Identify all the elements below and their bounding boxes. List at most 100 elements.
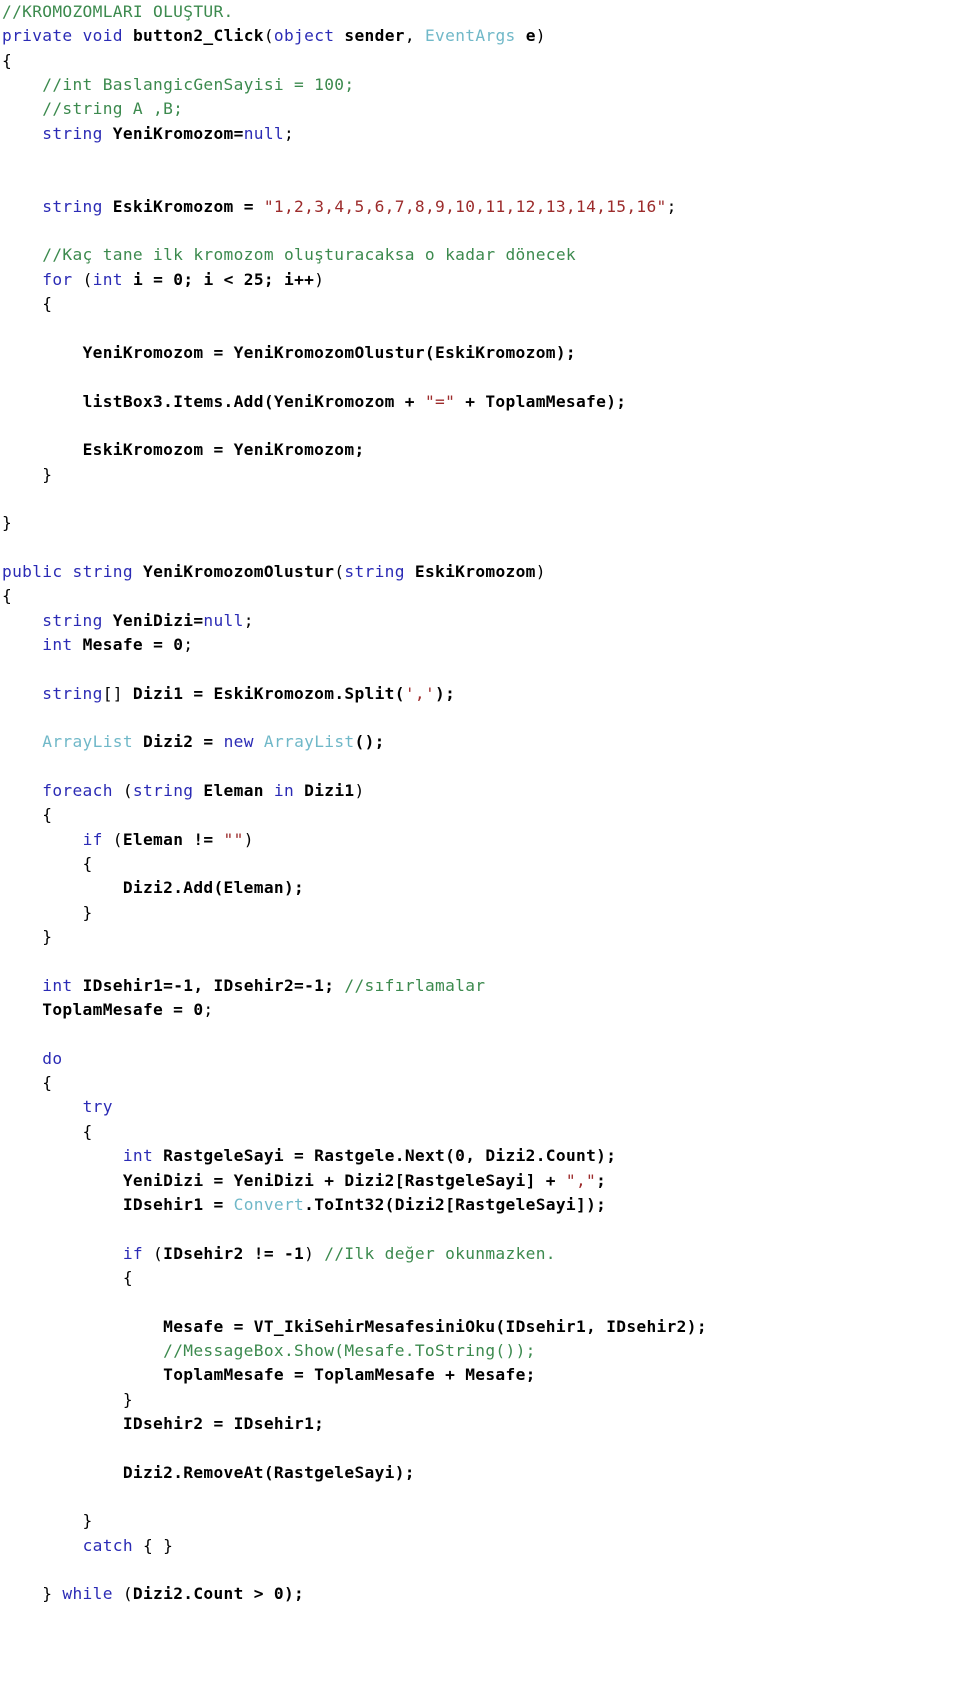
code-token-pl: { } xyxy=(132,1535,174,1555)
code-token-pl: ) xyxy=(314,269,325,289)
code-token-id: = xyxy=(233,196,264,216)
code-token-pl: , xyxy=(404,26,425,46)
code-token-id: < xyxy=(213,269,244,289)
code-token-kw: new xyxy=(223,732,254,752)
code-line: Dizi2.Add(Eleman); xyxy=(0,876,960,900)
code-line: } xyxy=(0,463,960,487)
code-listing-page: //KROMOZOMLARI OLUŞTUR. private void butt… xyxy=(0,0,960,1683)
code-token-id: = xyxy=(143,269,174,289)
code-token-pl: ; xyxy=(666,196,677,216)
code-token-pl: } xyxy=(2,464,53,484)
code-token-pl: } xyxy=(2,1511,93,1531)
code-token-cmt: //Ilk değer okunmazken. xyxy=(324,1243,556,1263)
code-line: } xyxy=(0,511,960,535)
code-token-pl: ; xyxy=(243,610,254,630)
code-line: try xyxy=(0,1095,960,1119)
code-line: ToplamMesafe = 0; xyxy=(0,998,960,1022)
code-token-typ: ArrayList xyxy=(263,732,355,752)
code-line: } while (Dizi2.Count > 0); xyxy=(0,1582,960,1606)
code-token-cmt: //Kaç tane ilk kromozom oluşturacaksa o … xyxy=(42,245,576,265)
code-line: string YeniDizi=null; xyxy=(0,609,960,633)
code-token-pl: [] xyxy=(102,683,133,703)
code-token-pl: { xyxy=(2,1121,93,1141)
code-token-id: button2_Click xyxy=(132,26,264,46)
code-token-str: "," xyxy=(565,1170,597,1190)
code-token-id: YeniKromozom xyxy=(112,123,234,143)
code-token-id: e xyxy=(525,26,536,46)
code-token-id: Dizi1 xyxy=(132,683,184,703)
code-token-id: ToplamMesafe = xyxy=(42,1000,194,1020)
code-token-num: 25 xyxy=(243,269,264,289)
code-token-kw: catch xyxy=(82,1535,133,1555)
code-token-id: IDsehir2 xyxy=(163,1243,244,1263)
code-token-id: YeniKromozom = YeniKromozomOlustur(EskiK… xyxy=(82,342,576,362)
code-token-num: 0 xyxy=(173,269,184,289)
code-body: //KROMOZOMLARI OLUŞTUR. private void butt… xyxy=(0,0,960,1607)
code-token-pl: } xyxy=(2,927,53,947)
code-token-id: Dizi2.RemoveAt(RastgeleSayi); xyxy=(122,1462,415,1482)
code-token-id: i xyxy=(132,269,144,289)
code-line: int IDsehir1=-1, IDsehir2=-1; //sıfırlam… xyxy=(0,974,960,998)
code-token-id: EskiKromozom xyxy=(112,196,234,216)
code-token-str: "" xyxy=(223,829,244,849)
code-token-id: RastgeleSayi = Rastgele.Next( xyxy=(163,1146,456,1166)
code-token-id: i xyxy=(203,269,214,289)
code-line: { xyxy=(0,584,960,608)
code-token-kw: null xyxy=(203,610,244,630)
code-token-pl: { xyxy=(2,50,13,70)
code-token-id: EskiKromozom = YeniKromozom; xyxy=(82,440,365,460)
code-token-kw: foreach xyxy=(42,781,113,800)
code-token-id: ToplamMesafe = ToplamMesafe + Mesafe; xyxy=(163,1365,536,1385)
code-line: if (Eleman != "") xyxy=(0,828,960,852)
code-token-pl: ) xyxy=(535,561,546,581)
code-token-id: + ToplamMesafe); xyxy=(455,391,627,411)
code-token-typ: ArrayList xyxy=(42,732,133,752)
code-line: { xyxy=(0,803,960,827)
code-token-id: YeniKromozomOlustur xyxy=(143,561,335,581)
code-line: YeniKromozom = YeniKromozomOlustur(EskiK… xyxy=(0,341,960,365)
code-token-pl: } xyxy=(2,513,13,533)
code-token-pl: ( xyxy=(334,561,345,581)
code-token-id: = xyxy=(233,123,244,143)
code-token-id: Dizi2 xyxy=(143,732,194,752)
code-token-num: 0 xyxy=(193,1000,204,1020)
code-token-kw: string xyxy=(344,561,405,581)
code-token-id: Mesafe = VT_IkiSehirMesafesiniOku(IDsehi… xyxy=(163,1316,707,1336)
code-token-cmt: //KROMOZOMLARI OLUŞTUR. xyxy=(2,2,234,21)
code-line: int RastgeleSayi = Rastgele.Next(0, Dizi… xyxy=(0,1144,960,1168)
code-line: Dizi2.RemoveAt(RastgeleSayi); xyxy=(0,1461,960,1485)
code-line: string EskiKromozom = "1,2,3,4,5,6,7,8,9… xyxy=(0,195,960,219)
code-token-pl: { xyxy=(2,805,53,825)
code-token-kw: int xyxy=(122,1146,154,1166)
